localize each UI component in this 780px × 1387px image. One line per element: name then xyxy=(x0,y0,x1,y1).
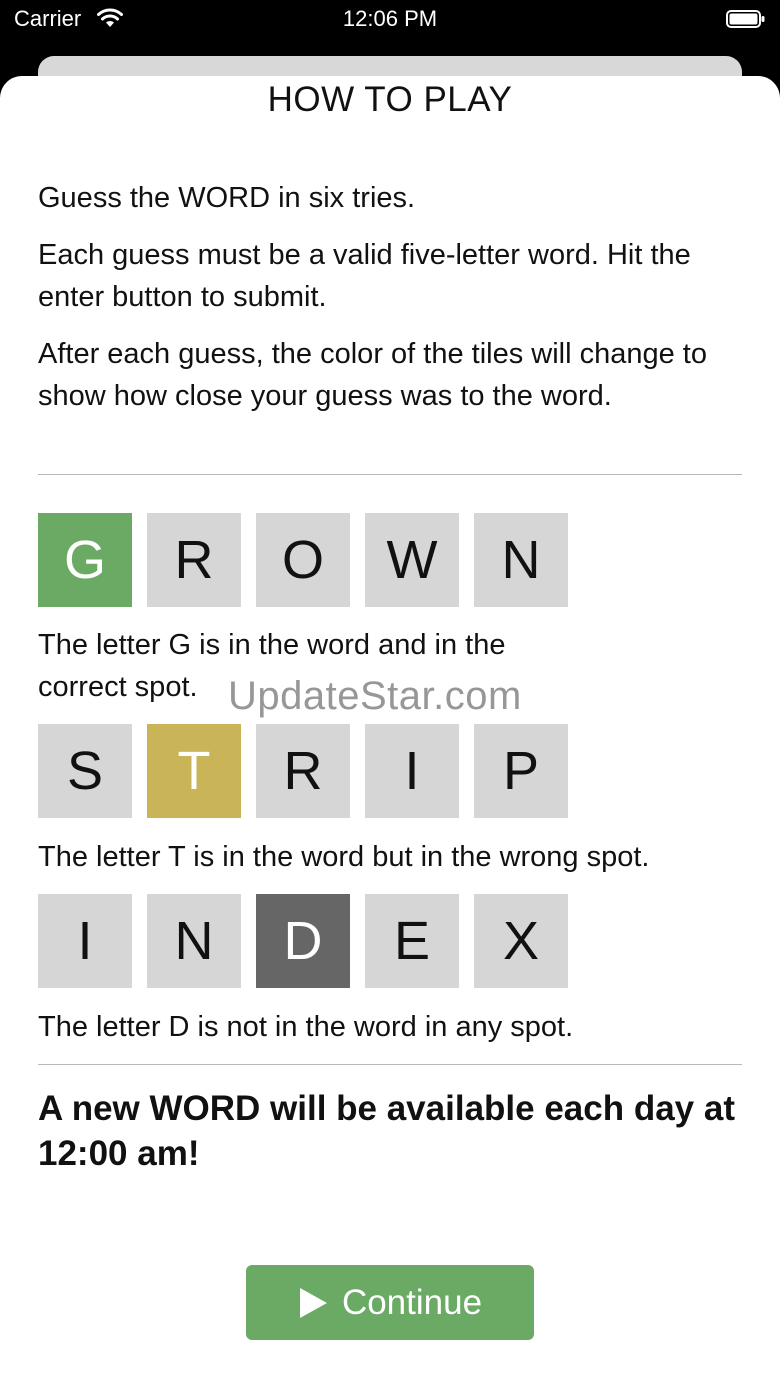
letter-tile: I xyxy=(38,894,132,988)
intro-line-3: After each guess, the color of the tiles… xyxy=(38,338,707,412)
letter-tile-correct: G xyxy=(38,513,132,607)
letter-tile: S xyxy=(38,724,132,818)
letter-tile-absent: D xyxy=(256,894,350,988)
letter-tile: P xyxy=(474,724,568,818)
status-bar: Carrier 12:06 PM xyxy=(0,0,780,40)
letter-tile: X xyxy=(474,894,568,988)
status-time: 12:06 PM xyxy=(342,6,438,31)
divider-bottom xyxy=(38,1064,742,1065)
watermark: UpdateStar.com xyxy=(228,674,522,718)
letter-tile: R xyxy=(256,724,350,818)
letter-tile: O xyxy=(256,513,350,607)
letter-tile: E xyxy=(365,894,459,988)
daily-word-note: A new WORD will be available each day at… xyxy=(38,1089,735,1173)
intro-line-1: Guess the WORD in six tries. xyxy=(38,182,416,214)
letter-tile: R xyxy=(147,513,241,607)
letter-tile: N xyxy=(147,894,241,988)
example-caption-absent: The letter D is not in the word in any s… xyxy=(38,1011,574,1043)
battery-icon xyxy=(726,10,765,28)
example-caption-present: The letter T is in the word but in the w… xyxy=(38,841,650,873)
letter-tile: W xyxy=(365,513,459,607)
letter-tile: N xyxy=(474,513,568,607)
letter-tile-present: T xyxy=(147,724,241,818)
continue-button-label: Continue xyxy=(341,1282,483,1322)
letter-tile: I xyxy=(365,724,459,818)
page-title: HOW TO PLAY xyxy=(267,80,513,119)
intro-line-2: Each guess must be a valid five-letter w… xyxy=(38,239,691,313)
divider-top xyxy=(38,474,742,475)
play-icon xyxy=(299,1287,327,1318)
continue-button[interactable]: Continue xyxy=(246,1265,534,1340)
